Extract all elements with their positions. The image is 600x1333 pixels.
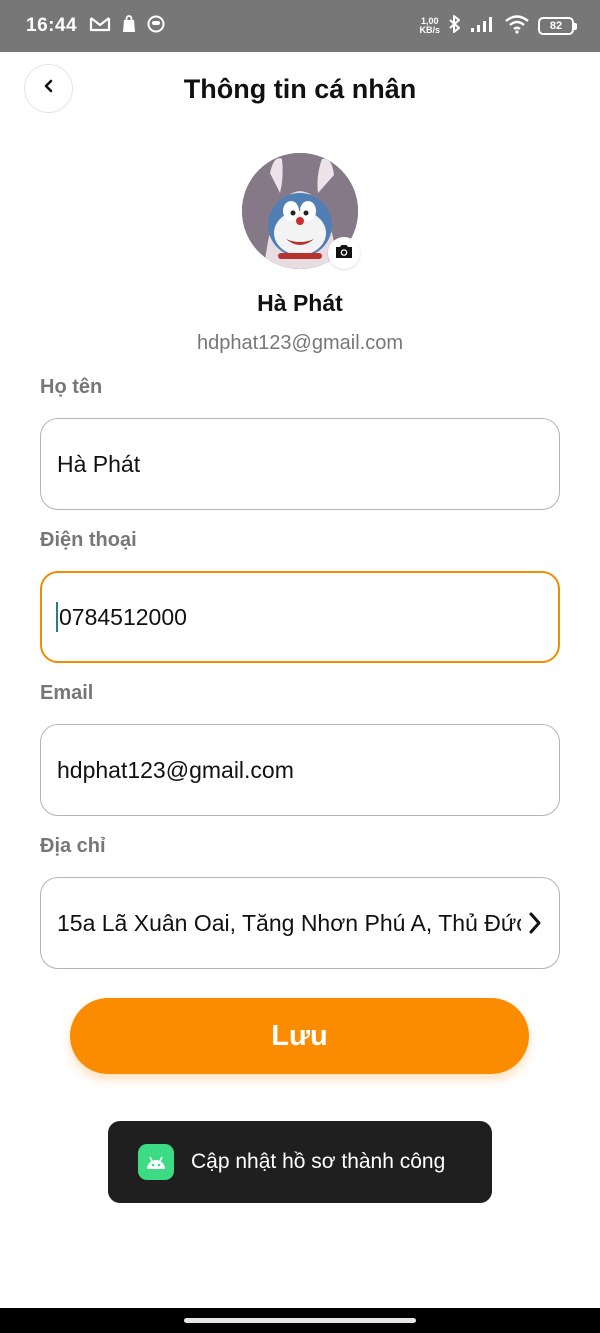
net-speed: 1,00 KB/s — [419, 16, 440, 35]
fullname-label: Họ tên — [40, 376, 103, 398]
avatar-container[interactable] — [242, 153, 360, 269]
status-time: 16:44 — [26, 15, 78, 36]
chevron-left-icon — [42, 78, 56, 99]
save-button[interactable]: Lưu — [70, 998, 529, 1074]
profile-email: hdphat123@gmail.com — [197, 332, 403, 354]
phone-value: 0784512000 — [59, 603, 187, 630]
chevron-right-icon — [527, 910, 543, 936]
bluetooth-icon — [448, 14, 462, 39]
app-notification-icon — [147, 15, 165, 38]
address-value: 15a Lã Xuân Oai, Tăng Nhơn Phú A, Thủ Đứ… — [57, 909, 521, 936]
change-photo-button[interactable] — [328, 237, 360, 269]
home-indicator[interactable] — [184, 1318, 416, 1323]
wifi-icon — [504, 14, 530, 39]
page-title: Thông tin cá nhân — [183, 73, 417, 104]
email-value: hdphat123@gmail.com — [57, 756, 294, 783]
signal-icon — [470, 15, 496, 38]
fullname-value: Hà Phát — [57, 450, 141, 477]
email-field[interactable]: hdphat123@gmail.com — [40, 724, 560, 816]
address-field[interactable]: 15a Lã Xuân Oai, Tăng Nhơn Phú A, Thủ Đứ… — [40, 877, 560, 969]
email-label: Email — [40, 682, 94, 704]
address-label: Địa chỉ — [40, 835, 106, 857]
back-button[interactable] — [24, 64, 73, 113]
status-bar: 16:44 1,00 KB/s 82 — [0, 0, 600, 52]
gmail-icon — [89, 16, 111, 37]
camera-icon — [334, 243, 354, 264]
app-header: Thông tin cá nhân — [0, 64, 600, 114]
fullname-field[interactable]: Hà Phát — [40, 418, 560, 510]
toast-notification: Cập nhật hồ sơ thành công — [108, 1121, 492, 1203]
system-icons: 1,00 KB/s 82 — [419, 14, 577, 39]
text-cursor — [56, 602, 58, 632]
battery-icon: 82 — [538, 17, 577, 35]
phone-field[interactable]: 0784512000 — [40, 571, 560, 663]
toast-message: Cập nhật hồ sơ thành công — [191, 1150, 446, 1173]
android-app-icon — [138, 1144, 174, 1180]
shopping-bag-icon — [121, 14, 137, 38]
profile-name: Hà Phát — [257, 290, 343, 316]
notification-icons — [89, 14, 165, 38]
phone-label: Điện thoại — [40, 529, 137, 551]
system-nav-bar — [0, 1308, 600, 1333]
